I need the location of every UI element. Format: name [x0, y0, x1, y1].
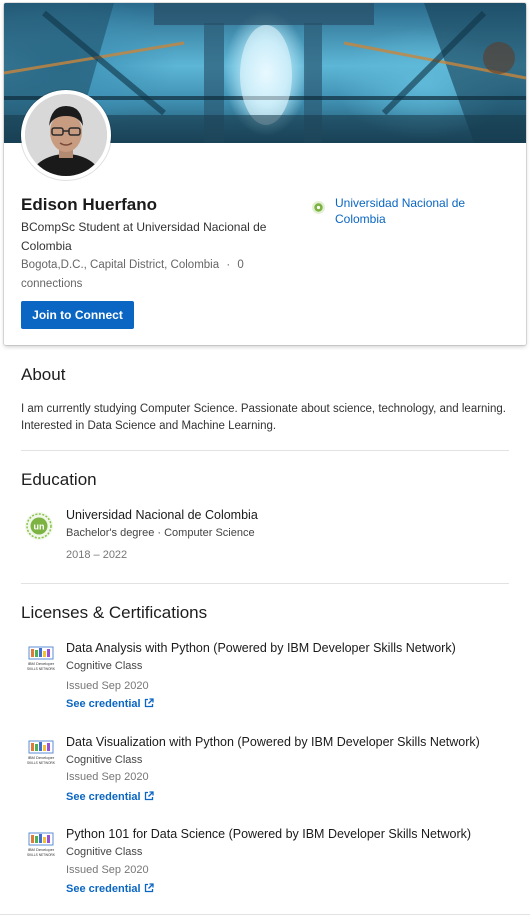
ibm-skills-network-logo-icon[interactable]: IBM Developer SKILLS NETWORK [26, 831, 56, 861]
certification-issued-date: Issued Sep 2020 [66, 864, 149, 876]
profile-name: Edison Huerfano [21, 195, 158, 214]
see-credential-label: See credential [66, 791, 141, 803]
see-credential-label: See credential [66, 698, 141, 710]
logo-line-1: IBM Developer [28, 847, 55, 852]
certification-issued-date: Issued Sep 2020 [66, 771, 149, 783]
logo-line-1: IBM Developer [28, 661, 55, 666]
external-link-icon [144, 698, 154, 708]
avatar [21, 90, 111, 180]
divider [21, 583, 509, 584]
logo-line-2: SKILLS NETWORK [27, 761, 56, 765]
certifications-heading: Licenses & Certifications [21, 603, 208, 622]
education-school[interactable]: Universidad Nacional de Colombia [66, 508, 258, 522]
see-credential-link[interactable]: See credential [66, 883, 154, 895]
certification-item: IBM Developer SKILLS NETWORK Data Visual… [21, 735, 521, 810]
certification-issuer: Cognitive Class [66, 660, 143, 672]
external-link-icon [144, 883, 154, 893]
see-credential-link[interactable]: See credential [66, 791, 154, 803]
divider [0, 914, 530, 915]
certification-title[interactable]: Python 101 for Data Science (Powered by … [66, 827, 471, 841]
about-heading: About [21, 365, 66, 384]
location-separator: · [226, 259, 231, 271]
university-logo-icon[interactable]: un [24, 511, 54, 541]
university-logo-icon [312, 201, 325, 214]
certification-issuer: Cognitive Class [66, 846, 143, 858]
certification-issuer: Cognitive Class [66, 754, 143, 766]
certification-title[interactable]: Data Analysis with Python (Powered by IB… [66, 641, 456, 655]
profile-card: Edison Huerfano BCompSc Student at Unive… [4, 3, 526, 345]
logo-line-2: SKILLS NETWORK [27, 667, 56, 671]
education-dates: 2018 – 2022 [66, 549, 128, 561]
about-text: I am currently studying Computer Science… [21, 403, 506, 432]
university-link[interactable]: Universidad Nacional de Colombia [335, 195, 505, 227]
certification-title[interactable]: Data Visualization with Python (Powered … [66, 735, 480, 749]
education-heading: Education [21, 470, 97, 489]
education-item: un Universidad Nacional de Colombia Bach… [21, 508, 521, 568]
ibm-skills-network-logo-icon[interactable]: IBM Developer SKILLS NETWORK [26, 739, 56, 769]
external-link-icon [144, 791, 154, 801]
logo-line-2: SKILLS NETWORK [27, 853, 56, 857]
profile-photo [25, 94, 107, 176]
certification-item: IBM Developer SKILLS NETWORK Python 101 … [21, 827, 521, 902]
see-credential-label: See credential [66, 883, 141, 895]
certification-item: IBM Developer SKILLS NETWORK Data Analys… [21, 641, 521, 716]
logo-line-1: IBM Developer [28, 755, 55, 760]
ibm-skills-network-logo-icon[interactable]: IBM Developer SKILLS NETWORK [26, 645, 56, 675]
see-credential-link[interactable]: See credential [66, 698, 154, 710]
university-logo-text: un [34, 522, 45, 532]
education-degree: Bachelor's degree · Computer Science [66, 527, 255, 539]
profile-headline: BCompSc Student at Universidad Nacional … [21, 220, 267, 253]
certification-issued-date: Issued Sep 2020 [66, 680, 149, 692]
divider [21, 450, 509, 451]
profile-location: Bogota,D.C., Capital District, Colombia … [21, 256, 271, 294]
join-to-connect-button[interactable]: Join to Connect [21, 301, 134, 329]
location-text: Bogota,D.C., Capital District, Colombia [21, 259, 220, 271]
